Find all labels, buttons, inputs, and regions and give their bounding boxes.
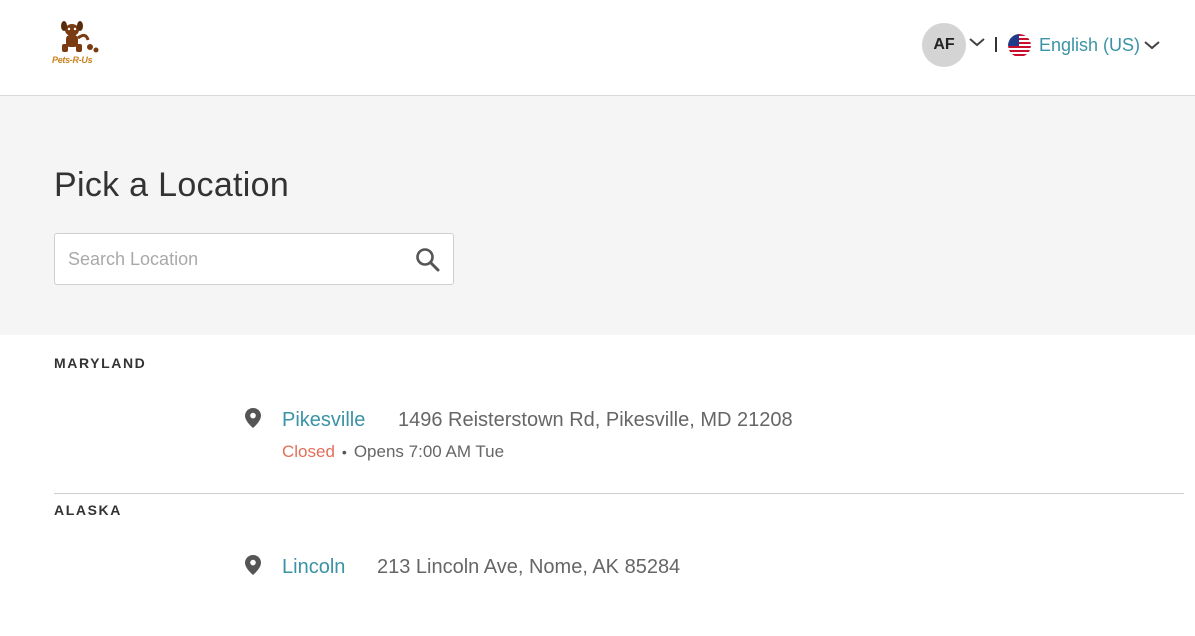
- chevron-down-icon: [1144, 41, 1160, 50]
- search-input[interactable]: [55, 234, 405, 284]
- opening-hours: Opens 7:00 AM Tue: [353, 442, 505, 461]
- region-heading: MARYLAND: [54, 355, 147, 371]
- location-address: 1496 Reisterstown Rd, Pikesville, MD 212…: [398, 409, 793, 431]
- location-status: Closed • Opens 7:00 AM Tue: [282, 442, 504, 462]
- language-label: English (US): [1039, 34, 1141, 55]
- location-name-link[interactable]: Lincoln: [282, 556, 345, 579]
- page-title: Pick a Location: [54, 166, 290, 204]
- top-header: Pets-R-Us AF English (US): [0, 0, 1195, 96]
- location-address: 213 Lincoln Ave, Nome, AK 85284: [377, 556, 681, 578]
- dog-logo-icon: [61, 21, 99, 53]
- search-icon[interactable]: [415, 247, 441, 273]
- separator-dot: •: [341, 444, 347, 460]
- header-divider: [995, 37, 997, 52]
- region-heading: ALASKA: [54, 502, 122, 518]
- hero-section: Pick a Location: [0, 96, 1195, 335]
- logo-text: Pets-R-Us: [52, 55, 93, 65]
- location-pin-icon: [245, 555, 261, 575]
- search-box: [54, 233, 454, 285]
- language-selector[interactable]: English (US): [1008, 33, 1161, 57]
- location-name-link[interactable]: Pikesville: [282, 409, 365, 432]
- region-divider: [54, 493, 1184, 494]
- location-pin-icon: [245, 408, 261, 428]
- us-flag-icon: [1008, 33, 1031, 57]
- status-closed: Closed: [282, 442, 335, 461]
- user-avatar[interactable]: AF: [922, 23, 966, 67]
- chevron-down-icon[interactable]: [968, 36, 986, 48]
- brand-logo[interactable]: Pets-R-Us: [52, 20, 104, 72]
